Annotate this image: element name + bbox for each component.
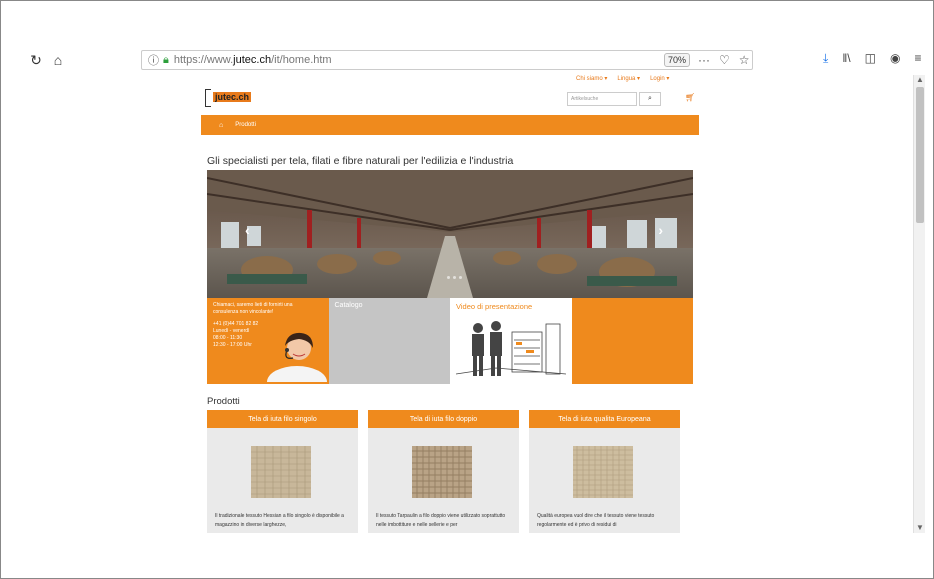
scroll-thumb[interactable] [916,87,924,223]
lock-icon[interactable]: 🔒︎ [163,54,169,67]
page-actions-icon[interactable]: ··· [698,53,710,67]
account-icon[interactable]: ◉ [890,51,900,66]
feature-tiles: Chiamaci, saremo lieti di fornirti una c… [207,298,693,384]
product-title[interactable]: Tela di iuta filo doppio [368,410,519,428]
reload-icon[interactable]: ↻ [27,51,45,69]
site-logo[interactable]: jutec.ch [205,89,252,109]
logo-bracket [205,89,211,107]
video-label: Video di presentazione [456,302,533,311]
scroll-up-icon[interactable]: ▲ [915,75,925,85]
carousel-dot[interactable] [453,276,456,279]
product-card[interactable]: Tela di iuta filo doppio Il tessuto Tarp… [368,410,519,533]
catalog-tile[interactable]: Catalogo [328,298,450,384]
url-path: /it/home.htm [271,54,332,66]
browser-window: ↻ ⌂ ⓘ 🔒︎ https://www. jutec.ch/it/home.ht… [0,0,934,579]
home-icon[interactable]: ⌂ [49,51,67,69]
page-scrollbar[interactable]: ▲ ▼ [913,75,925,533]
product-title[interactable]: Tela di iuta qualita Europeana [529,410,680,428]
page-headline: Gli specialisti per tela, filati e fibre… [207,155,514,167]
search-icon: ⌕ [648,95,652,102]
carousel-dots [447,276,462,279]
top-links: Chi siamo ▾ Lingua ▾ Login ▾ [576,75,669,82]
hamburger-menu-icon[interactable]: ≡ [914,51,921,66]
support-agent-avatar [267,332,327,382]
browser-toolbar: ↻ ⌂ ⓘ 🔒︎ https://www. jutec.ch/it/home.ht… [1,47,933,73]
url-actions: ··· ♡ ☆ [698,51,750,69]
video-tile[interactable]: Video di presentazione [450,298,572,384]
burlap-sample-image [251,446,311,498]
product-description: Qualità europea vuol dire che il tessuto… [537,513,655,528]
carousel-dot[interactable] [459,276,462,279]
product-description: Il tradizionale tessuto Hessian a filo s… [215,513,344,528]
nav-item-products[interactable]: Prodotti [235,122,256,128]
url-host: jutec.ch [233,54,272,66]
hero-carousel[interactable]: ‹ › [207,170,693,298]
product-grid: Tela di iuta filo singolo Il tradizional… [207,410,681,533]
contact-invite: Chiamaci, saremo lieti di fornirti una c… [213,302,293,316]
main-nav: ⌂ Prodotti [201,115,699,135]
burlap-sample-image [412,446,472,498]
top-link-about[interactable]: Chi siamo ▾ [576,75,607,82]
products-section-title: Prodotti [207,396,240,407]
carousel-next-icon[interactable]: › [658,222,663,238]
info-icon[interactable]: ⓘ [148,52,159,68]
nav-home-icon[interactable]: ⌂ [219,122,223,129]
search-button[interactable]: ⌕ [639,92,661,106]
download-icon[interactable]: ⤓ [823,51,828,66]
contact-tile[interactable]: Chiamaci, saremo lieti di fornirti una c… [207,298,329,384]
url-bar[interactable]: ⓘ 🔒︎ https://www. jutec.ch/it/home.htm 70… [141,50,753,70]
top-link-login[interactable]: Login ▾ [650,75,669,82]
top-link-language[interactable]: Lingua ▾ [617,75,640,82]
empty-orange-tile [571,298,693,384]
search-input[interactable]: Artikelsuche [567,92,637,106]
sidebar-icon[interactable]: ◫ [865,51,876,66]
product-description: Il tessuto Tarpaulin a filo doppio viene… [376,513,506,528]
library-icon[interactable]: ‖\ [842,51,850,66]
logo-text: jutec.ch [213,92,252,102]
toolbar-right-icons: ⤓ ‖\ ◫ ◉ ≡ [823,51,921,66]
product-title[interactable]: Tela di iuta filo singolo [207,410,358,428]
catalog-label: Catalogo [334,302,363,309]
scroll-down-icon[interactable]: ▼ [915,523,925,533]
bookmark-star-icon[interactable]: ☆ [739,53,750,67]
cart-icon[interactable]: 🛒︎ [685,93,695,102]
carousel-prev-icon[interactable]: ‹ [245,222,250,238]
pocket-icon[interactable]: ♡ [719,53,730,67]
page-content: Chi siamo ▾ Lingua ▾ Login ▾ jutec.ch Ar… [1,75,913,533]
zoom-indicator[interactable]: 70% [664,53,690,67]
carousel-dot[interactable] [447,276,450,279]
video-sketch-illustration [456,321,566,376]
url-protocol: https://www. [173,54,234,66]
burlap-sample-image [573,446,633,498]
product-card[interactable]: Tela di iuta qualita Europeana Qualità e… [529,410,680,533]
product-card[interactable]: Tela di iuta filo singolo Il tradizional… [207,410,358,533]
